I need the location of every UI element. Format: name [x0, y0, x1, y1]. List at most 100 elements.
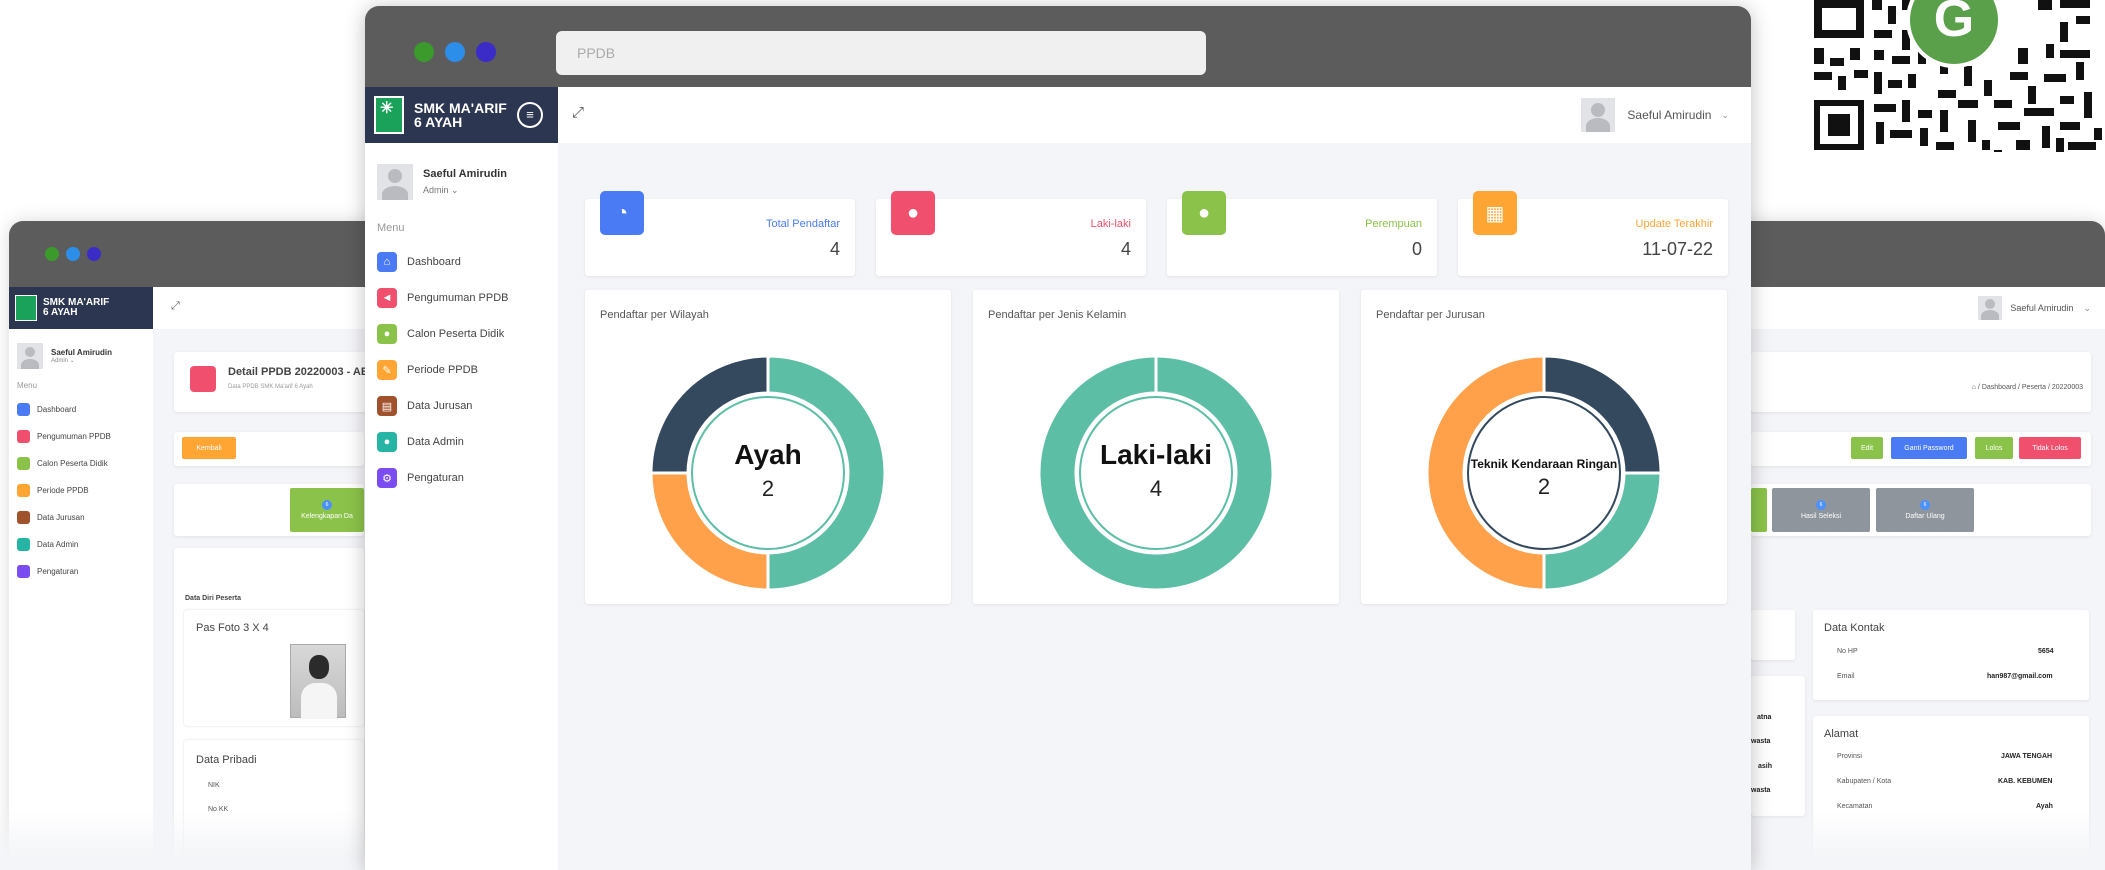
back-menu-calon[interactable]: Calon Peserta Didik: [9, 450, 153, 477]
donut-slice[interactable]: [1037, 354, 1275, 592]
back-logo-icon: [15, 295, 37, 321]
qr-code-image: G: [1798, 0, 2105, 176]
back-purple-dot[interactable]: [87, 247, 101, 261]
sidebar-item-label: Data Admin: [407, 436, 464, 448]
sidebar-item-label: Calon Peserta Didik: [407, 328, 505, 340]
topbar: ⤢ Saeful Amirudin ⌄: [558, 87, 1751, 143]
step-kelengkapan[interactable]: 6 Kelengkapan Da: [290, 488, 364, 532]
back-user-role: Admin ⌄: [51, 358, 75, 364]
kembali-button[interactable]: Kembali: [182, 437, 236, 459]
back-brand: SMK MA'ARIF 6 AYAH: [9, 287, 153, 329]
sidebar-item-label: Pengumuman PPDB: [407, 292, 509, 304]
provinsi-label: Provinsi: [1837, 753, 1862, 760]
back-window-controls: [45, 247, 101, 261]
user-icon: ●: [1182, 191, 1226, 235]
step-daftar-ulang[interactable]: 6 Daftar Ulang: [1876, 488, 1974, 532]
back-menu-label: Data Admin: [37, 540, 79, 549]
sidebar-item-dashboard[interactable]: ⌂ Dashboard: [365, 244, 558, 280]
donut-chart-jurusan[interactable]: Teknik Kendaraan Ringan 2: [1419, 348, 1669, 598]
partial-value: wasta: [1751, 787, 1771, 794]
book-icon: [17, 511, 30, 524]
donut-chart-jenis-kelamin[interactable]: Laki-laki 4: [1031, 348, 1281, 598]
breadcrumb[interactable]: ⌂ / Dashboard / Peserta / 20220003: [1972, 384, 2083, 391]
sidebar-item-label: Data Jurusan: [407, 400, 473, 412]
chevron-down-icon: ⌄: [2083, 302, 2091, 313]
stat-value: 4: [1120, 239, 1131, 259]
email-label: Email: [1837, 673, 1855, 680]
back-green-dot[interactable]: [45, 247, 59, 261]
stat-card-update: ▦ Update Terakhir 11-07-22: [1458, 191, 1728, 276]
sidebar-user[interactable]: Saeful Amirudin Admin ⌄: [365, 143, 558, 200]
sidebar-item-admin[interactable]: ● Data Admin: [365, 424, 558, 460]
donut-center-value: 2: [762, 476, 774, 501]
home-icon: [17, 403, 30, 416]
svg-text:G: G: [1934, 0, 1974, 48]
url-bar[interactable]: PPDB: [556, 31, 1206, 75]
stat-label: Perempuan: [1365, 218, 1422, 230]
sidebar-item-pengumuman[interactable]: ◄ Pengumuman PPDB: [365, 280, 558, 316]
calendar-icon: ▦: [1473, 191, 1517, 235]
tidak-lolos-button[interactable]: Tidak Lolos: [2019, 437, 2081, 459]
stat-label: Total Pendaftar: [766, 218, 840, 230]
donut-chart-wilayah[interactable]: Ayah 2: [643, 348, 893, 598]
megaphone-icon: ◄: [377, 288, 397, 308]
kabupaten-value: KAB. KEBUMEN: [1998, 778, 2053, 785]
user-icon: ●: [377, 432, 397, 452]
chart-title: Pendaftar per Jenis Kelamin: [988, 309, 1127, 321]
step-hasil-seleksi[interactable]: 6 Hasil Seleksi: [1772, 488, 1870, 532]
back-menu-jurusan[interactable]: Data Jurusan: [9, 504, 153, 531]
donut-slice[interactable]: [1542, 471, 1663, 592]
back-top-user-name: Saeful Amirudin: [2010, 303, 2074, 313]
back-menu-label: Calon Peserta Didik: [37, 459, 108, 468]
expand-icon[interactable]: ⤢: [171, 300, 180, 313]
back-menu-dashboard[interactable]: Dashboard: [9, 396, 153, 423]
topbar-avatar: [1581, 98, 1616, 132]
step-partial[interactable]: [1751, 488, 1767, 532]
user-icon: ●: [891, 191, 935, 235]
back-menu-label: Data Jurusan: [37, 513, 85, 522]
purple-dot[interactable]: [476, 42, 496, 62]
donut-inner-ring: [1467, 396, 1621, 550]
sidebar-item-pengaturan[interactable]: ⚙ Pengaturan: [365, 460, 558, 496]
edit-button[interactable]: Edit: [1851, 437, 1883, 459]
back-menu-periode[interactable]: Periode PPDB: [9, 477, 153, 504]
donut-inner-ring: [1079, 396, 1233, 550]
back-blue-dot[interactable]: [66, 247, 80, 261]
donut-center-label: Ayah: [734, 439, 801, 470]
back-brand-line2: 6 AYAH: [43, 307, 78, 318]
book-icon: ▤: [377, 396, 397, 416]
sidebar-item-label: Dashboard: [407, 256, 461, 268]
back-menu-pengaturan[interactable]: Pengaturan: [9, 558, 153, 585]
no-hp-label: No HP: [1837, 648, 1858, 655]
back-mid-card-2: [1751, 676, 1805, 816]
donut-slice[interactable]: [649, 471, 770, 592]
home-icon: ⌂: [377, 252, 397, 272]
step-label: Daftar Ulang: [1905, 513, 1945, 520]
green-dot[interactable]: [414, 42, 434, 62]
back-menu-admin[interactable]: Data Admin: [9, 531, 153, 558]
donut-slice[interactable]: [1425, 354, 1546, 592]
brand[interactable]: SMK MA'ARIF 6 AYAH ≡: [365, 87, 558, 143]
sidebar-item-periode[interactable]: ✎ Periode PPDB: [365, 352, 558, 388]
front-browser-window: PPDB SMK MA'ARIF 6 AYAH ≡ Saeful Amirudi…: [365, 6, 1751, 870]
back-sidebar-user[interactable]: Saeful Amirudin Admin ⌄: [9, 329, 153, 369]
back-topbar-user[interactable]: Saeful Amirudin ⌄: [1978, 296, 2091, 320]
back-user-name: Saeful Amirudin: [51, 348, 113, 357]
donut-slice[interactable]: [1542, 354, 1663, 475]
blue-dot[interactable]: [445, 42, 465, 62]
ganti-password-button[interactable]: Ganti Password: [1891, 437, 1967, 459]
back-menu-pengumuman[interactable]: Pengumuman PPDB: [9, 423, 153, 450]
data-pribadi-heading: Data Pribadi: [196, 754, 257, 766]
sidebar-item-jurusan[interactable]: ▤ Data Jurusan: [365, 388, 558, 424]
step-label: Kelengkapan Da: [301, 513, 353, 520]
sidebar-user-role[interactable]: Admin ⌄: [423, 185, 507, 196]
menu-toggle-icon[interactable]: ≡: [517, 102, 543, 128]
lolos-button[interactable]: Lolos: [1975, 437, 2013, 459]
nik-label: NIK: [208, 782, 220, 789]
fullscreen-icon[interactable]: ⤢: [572, 104, 584, 121]
donut-slice[interactable]: [766, 354, 887, 592]
stat-label: Update Terakhir: [1635, 218, 1713, 230]
sidebar-item-calon-peserta[interactable]: ● Calon Peserta Didik: [365, 316, 558, 352]
topbar-user-menu[interactable]: Saeful Amirudin ⌄: [1581, 98, 1729, 132]
donut-center-label: Teknik Kendaraan Ringan: [1471, 457, 1617, 471]
